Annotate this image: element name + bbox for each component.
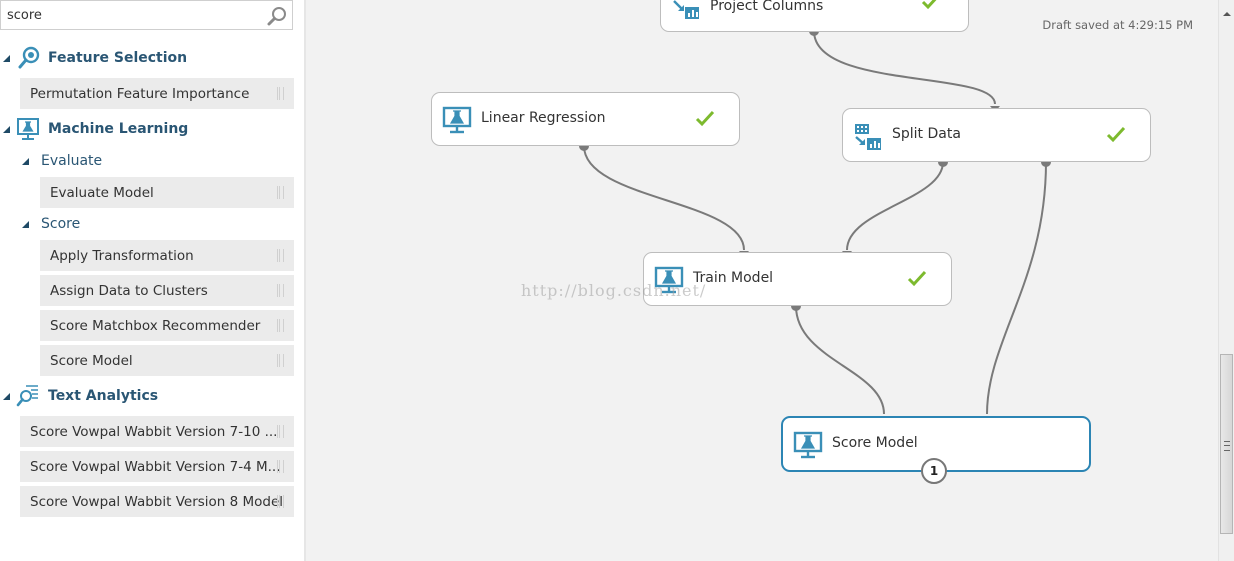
vertical-scrollbar[interactable] xyxy=(1218,0,1234,561)
machine-learning-icon xyxy=(17,118,39,140)
collapse-triangle-icon[interactable] xyxy=(22,157,29,165)
subcategory-evaluate[interactable]: Evaluate xyxy=(22,149,102,173)
drag-handle-icon[interactable] xyxy=(277,186,284,199)
scroll-up-arrow-icon[interactable] xyxy=(1223,12,1231,16)
node-project-columns[interactable]: Project Columns xyxy=(660,0,969,32)
scrollbar-thumb[interactable] xyxy=(1220,354,1233,534)
palette-item-score-model[interactable]: Score Model xyxy=(40,345,294,376)
palette-item-score-matchbox-recommender[interactable]: Score Matchbox Recommender xyxy=(40,310,294,341)
output-port-badge[interactable]: 1 xyxy=(921,458,947,484)
category-label: Text Analytics xyxy=(48,388,159,404)
palette-item-assign-data-to-clusters[interactable]: Assign Data to Clusters xyxy=(40,275,294,306)
item-label: Score Matchbox Recommender xyxy=(50,317,261,334)
item-label: Score Model xyxy=(50,352,133,369)
item-label: Assign Data to Clusters xyxy=(50,282,208,299)
watermark: http://blog.csdn.net/ xyxy=(521,281,707,300)
item-label: Evaluate Model xyxy=(50,184,154,201)
drag-handle-icon[interactable] xyxy=(277,495,284,508)
connection-split-data-score-model xyxy=(986,161,1047,415)
subcategory-label: Evaluate xyxy=(41,153,103,169)
item-label: Score Vowpal Wabbit Version 8 Model xyxy=(30,493,284,510)
collapse-triangle-icon[interactable] xyxy=(3,125,10,133)
palette-item-evaluate-model[interactable]: Evaluate Model xyxy=(40,177,294,208)
drag-handle-icon[interactable] xyxy=(277,354,284,367)
node-label: Linear Regression xyxy=(481,110,606,126)
item-label: Permutation Feature Importance xyxy=(30,85,250,102)
subcategory-score[interactable]: Score xyxy=(22,212,80,236)
connection-linear-regression-train-model xyxy=(583,145,745,251)
status-check-icon xyxy=(1106,126,1126,143)
drag-handle-icon[interactable] xyxy=(277,319,284,332)
palette-item-score-vw-8[interactable]: Score Vowpal Wabbit Version 8 Model xyxy=(20,486,294,517)
item-label: Score Vowpal Wabbit Version 7-4 M... xyxy=(30,458,281,475)
feature-selection-icon xyxy=(18,46,40,69)
connection-train-model-score-model xyxy=(795,305,885,415)
category-feature-selection[interactable]: Feature Selection xyxy=(3,46,187,70)
node-label: Split Data xyxy=(892,126,961,142)
category-label: Machine Learning xyxy=(48,121,189,137)
palette-item-apply-transformation[interactable]: Apply Transformation xyxy=(40,240,294,271)
category-text-analytics[interactable]: Text Analytics xyxy=(3,384,158,408)
category-label: Feature Selection xyxy=(48,50,188,66)
palette-item-score-vw-7-10[interactable]: Score Vowpal Wabbit Version 7-10 ... xyxy=(20,416,294,447)
module-palette: Feature Selection Permutation Feature Im… xyxy=(0,0,306,561)
palette-item-score-vw-7-4[interactable]: Score Vowpal Wabbit Version 7-4 M... xyxy=(20,451,294,482)
search-icon[interactable] xyxy=(266,5,288,27)
grip-icon xyxy=(1224,441,1230,451)
collapse-triangle-icon[interactable] xyxy=(3,392,10,400)
drag-handle-icon[interactable] xyxy=(277,249,284,262)
status-check-icon xyxy=(921,0,937,10)
experiment-canvas[interactable]: Draft saved at 4:29:15 PM Project Column… xyxy=(306,0,1218,561)
node-split-data[interactable]: Split Data xyxy=(842,108,1151,162)
item-label: Score Vowpal Wabbit Version 7-10 ... xyxy=(30,423,278,440)
drag-handle-icon[interactable] xyxy=(277,284,284,297)
machine-learning-icon xyxy=(793,431,823,459)
collapse-triangle-icon[interactable] xyxy=(22,220,29,228)
drag-handle-icon[interactable] xyxy=(277,425,284,438)
category-machine-learning[interactable]: Machine Learning xyxy=(3,117,188,141)
data-transform-icon xyxy=(673,0,699,19)
data-transform-icon xyxy=(855,124,881,150)
node-label: Score Model xyxy=(832,435,918,451)
item-label: Apply Transformation xyxy=(50,247,194,264)
search-input[interactable] xyxy=(7,6,257,24)
subcategory-label: Score xyxy=(41,216,81,232)
connection-project-columns-split-data xyxy=(813,30,996,105)
connection-split-data-train-model xyxy=(846,161,944,251)
drag-handle-icon[interactable] xyxy=(277,460,284,473)
search-box[interactable] xyxy=(0,0,293,30)
status-check-icon xyxy=(695,110,715,127)
node-linear-regression[interactable]: Linear Regression xyxy=(431,92,740,146)
status-check-icon xyxy=(907,270,927,287)
collapse-triangle-icon[interactable] xyxy=(3,54,10,62)
palette-item-permutation-feature-importance[interactable]: Permutation Feature Importance xyxy=(20,78,294,109)
node-label: Project Columns xyxy=(710,0,824,14)
machine-learning-icon xyxy=(442,106,472,134)
text-analytics-icon xyxy=(16,385,38,407)
drag-handle-icon[interactable] xyxy=(277,87,284,100)
